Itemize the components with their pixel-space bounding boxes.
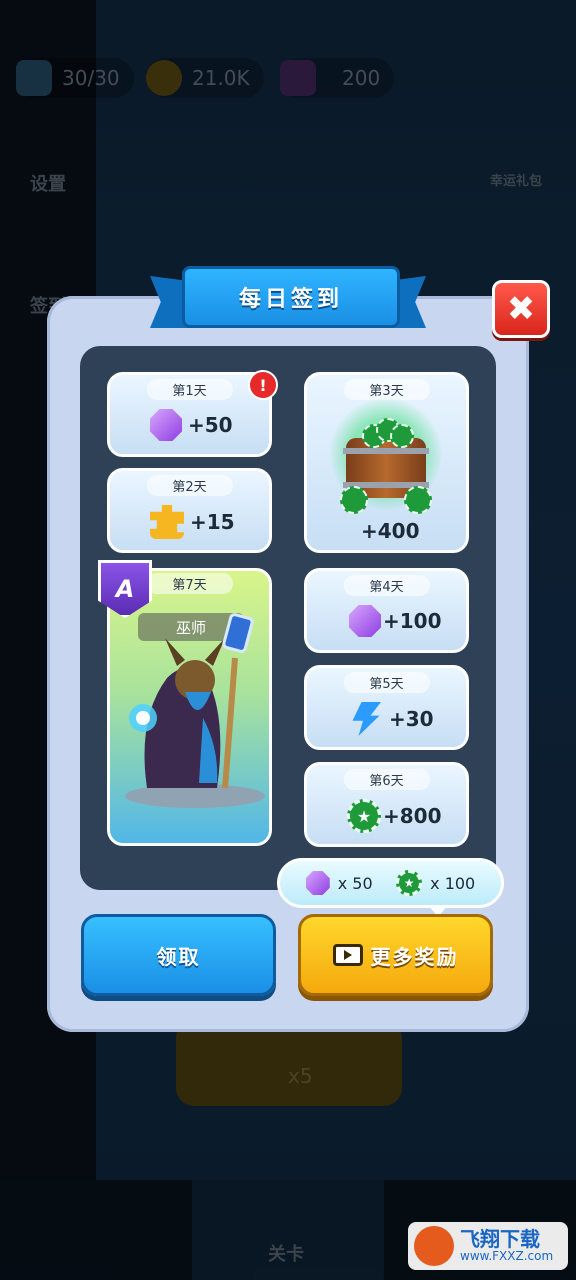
close-button[interactable]: ✖ bbox=[492, 280, 550, 338]
day-6-card[interactable]: 第6天 ★ +800 bbox=[304, 762, 469, 847]
day-2-card[interactable]: 第2天 +15 bbox=[107, 468, 272, 553]
more-rewards-label: 更多奖励 bbox=[370, 944, 459, 969]
bonus-gem-value: x 50 bbox=[337, 873, 373, 893]
more-rewards-button[interactable]: 更多奖励 bbox=[298, 914, 493, 996]
gem-icon bbox=[150, 409, 182, 441]
watermark-title: 飞翔下载 bbox=[460, 1227, 540, 1252]
chip-pile-icon bbox=[356, 418, 416, 448]
gem-icon bbox=[349, 605, 381, 637]
alert-icon: ! bbox=[248, 370, 278, 400]
watermark: 飞翔下载 www.FXXZ.com bbox=[408, 1222, 568, 1270]
day-label: 第2天 bbox=[146, 475, 233, 496]
day-label: 第3天 bbox=[343, 379, 430, 400]
reward-value: +100 bbox=[383, 609, 442, 633]
day-label: 第5天 bbox=[343, 672, 430, 693]
chip-icon bbox=[340, 486, 368, 514]
day-label: 第6天 bbox=[343, 769, 430, 790]
energy-bolt-icon bbox=[352, 702, 381, 736]
claim-button[interactable]: 领取 bbox=[81, 914, 276, 996]
chip-icon: ★ bbox=[396, 870, 423, 896]
puzzle-icon bbox=[150, 505, 184, 539]
chip-icon bbox=[404, 486, 432, 514]
reward-value: +400 bbox=[361, 519, 420, 543]
reward-value: +30 bbox=[389, 707, 434, 731]
claim-button-label: 领取 bbox=[156, 944, 201, 969]
watermark-url: www.FXXZ.com bbox=[460, 1249, 554, 1264]
video-icon bbox=[332, 944, 363, 966]
reward-value: +15 bbox=[190, 510, 235, 534]
day-4-card[interactable]: 第4天 +100 bbox=[304, 568, 469, 653]
day-5-card[interactable]: 第5天 +30 bbox=[304, 665, 469, 750]
bonus-rewards-bubble: x 50 ★ x 100 bbox=[277, 858, 504, 917]
day-label: 第4天 bbox=[343, 575, 430, 596]
dialog-title-ribbon: 每日签到 bbox=[182, 266, 400, 328]
watermark-logo-icon bbox=[414, 1226, 454, 1266]
reward-value: +800 bbox=[383, 804, 442, 828]
reward-value: +50 bbox=[188, 413, 233, 437]
gem-icon bbox=[305, 871, 330, 895]
dialog-title: 每日签到 bbox=[238, 287, 343, 312]
day-label: 第1天 bbox=[146, 379, 233, 400]
bonus-chip-value: x 100 bbox=[430, 873, 476, 893]
chip-icon: ★ bbox=[347, 799, 381, 833]
